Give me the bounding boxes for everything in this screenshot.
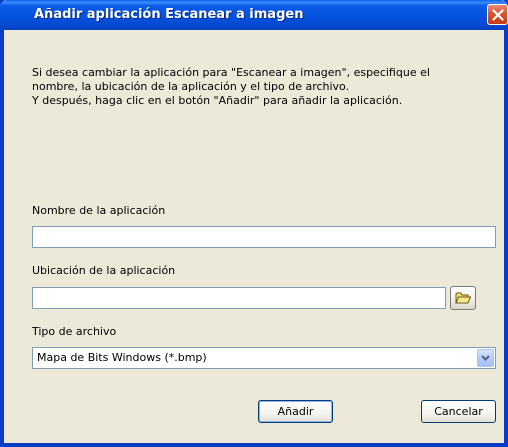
cancel-button[interactable]: Cancelar bbox=[421, 400, 496, 423]
description-text: Si desea cambiar la aplicación para "Esc… bbox=[32, 66, 502, 108]
file-type-select[interactable]: Mapa de Bits Windows (*.bmp) bbox=[32, 347, 496, 369]
app-name-input[interactable] bbox=[32, 226, 496, 248]
description-line-3: Y después, haga clic en el botón "Añadir… bbox=[32, 94, 403, 107]
description-line-2: nombre, la ubicación de la aplicación y … bbox=[32, 80, 350, 93]
file-type-value: Mapa de Bits Windows (*.bmp) bbox=[37, 351, 207, 364]
app-location-input[interactable] bbox=[32, 287, 446, 309]
close-button[interactable] bbox=[487, 4, 508, 25]
file-type-label: Tipo de archivo bbox=[32, 325, 117, 338]
folder-icon bbox=[455, 292, 471, 304]
dropdown-button[interactable] bbox=[477, 349, 494, 367]
browse-button[interactable] bbox=[450, 286, 476, 310]
window-title: Añadir aplicación Escanear a imagen bbox=[34, 7, 304, 22]
app-location-label: Ubicación de la aplicación bbox=[32, 264, 176, 277]
app-name-label: Nombre de la aplicación bbox=[32, 204, 166, 217]
add-button[interactable]: Añadir bbox=[258, 400, 333, 423]
dialog-window: Añadir aplicación Escanear a imagen Si d… bbox=[0, 0, 508, 447]
close-icon bbox=[492, 9, 504, 21]
description-line-1: Si desea cambiar la aplicación para "Esc… bbox=[32, 66, 430, 79]
title-bar[interactable]: Añadir aplicación Escanear a imagen bbox=[0, 0, 508, 30]
chevron-down-icon bbox=[481, 355, 490, 361]
